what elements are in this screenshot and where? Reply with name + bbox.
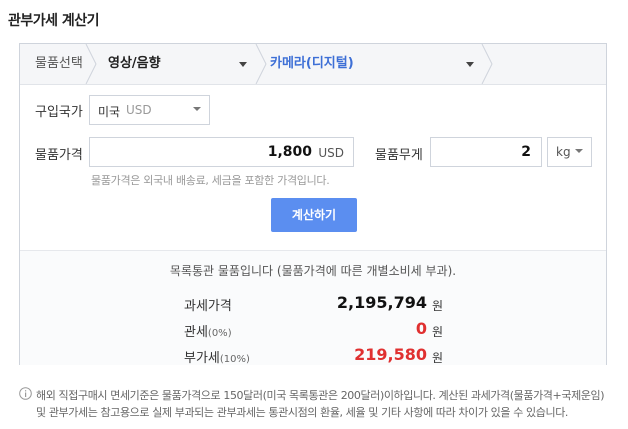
- breadcrumb-separator-icon: [255, 44, 267, 84]
- price-input[interactable]: 1,800 USD: [89, 137, 354, 167]
- chevron-down-icon: [575, 149, 583, 153]
- price-label: 물품가격: [35, 148, 83, 163]
- chevron-down-icon: [193, 107, 201, 111]
- customs-duty-unit: 원: [432, 325, 444, 339]
- taxable-price-value: 2,195,794: [336, 293, 427, 312]
- taxable-price-label: 과세가격: [184, 299, 232, 314]
- disclaimer-line-2: 및 관부가세는 참고용으로 실제 부과되는 관부과세는 통관시점의 환율, 세율…: [36, 406, 569, 419]
- page-title: 관부가세 계산기: [8, 13, 100, 29]
- country-value: 미국: [98, 105, 121, 119]
- vat-unit: 원: [432, 351, 444, 365]
- category-select[interactable]: 영상/음향: [108, 44, 258, 84]
- result-message: 목록통관 물품입니다 (물품가격에 따른 개별소비세 부과).: [169, 264, 457, 278]
- price-value: 1,800: [267, 144, 312, 160]
- breadcrumb-separator-icon: [481, 44, 493, 84]
- subcategory-select[interactable]: 카메라(디지털): [270, 44, 480, 84]
- customs-duty-value: 0: [415, 319, 427, 338]
- calculator-panel: 물품선택 영상/음향 카메라(디지털) 구입국가 미국 USD 물품가격 1,8…: [19, 43, 607, 366]
- weight-value: 2: [521, 144, 531, 160]
- weight-label: 물품무게: [375, 148, 423, 163]
- price-unit: USD: [318, 146, 344, 160]
- result-panel: 목록통관 물품입니다 (물품가격에 따른 개별소비세 부과). 과세가격 2,1…: [20, 250, 606, 366]
- country-currency: USD: [126, 103, 152, 117]
- taxable-price-unit: 원: [432, 299, 444, 313]
- country-select[interactable]: 미국 USD: [89, 95, 210, 125]
- calculate-button[interactable]: 계산하기: [271, 198, 357, 232]
- vat-value: 219,580: [354, 345, 427, 364]
- customs-duty-label: 관세(0%): [184, 325, 232, 340]
- weight-unit-value: kg: [556, 145, 571, 159]
- disclaimer-line-1: 해외 직접구매시 면세기준은 물품가격으로 150달러(미국 목록통관은 200…: [36, 389, 605, 402]
- country-label: 구입국가: [35, 105, 83, 120]
- chevron-down-icon[interactable]: [466, 62, 474, 67]
- weight-unit-select[interactable]: kg: [547, 137, 592, 167]
- info-icon: [19, 387, 32, 400]
- breadcrumb-label: 물품선택: [35, 56, 83, 71]
- vat-label: 부가세(10%): [184, 351, 250, 366]
- breadcrumb-separator-icon: [85, 44, 97, 84]
- chevron-down-icon[interactable]: [239, 62, 247, 67]
- subcategory-value: 카메라(디지털): [270, 56, 354, 71]
- price-help-text: 물품가격은 외국내 배송료, 세금을 포함한 가격입니다.: [91, 174, 330, 187]
- breadcrumb: 물품선택 영상/음향 카메라(디지털): [20, 44, 606, 85]
- weight-input[interactable]: 2: [430, 137, 542, 167]
- category-value: 영상/음향: [108, 56, 161, 71]
